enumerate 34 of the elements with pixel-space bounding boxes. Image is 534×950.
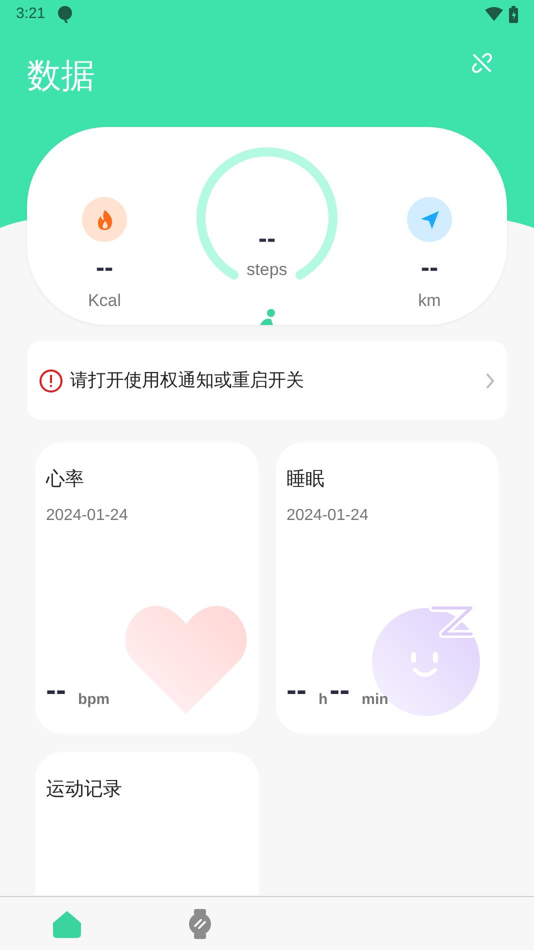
notice-text: 请打开使用权通知或重启开关 (70, 369, 305, 392)
status-time: 3:21 (16, 4, 46, 24)
warning-icon (39, 368, 63, 392)
steps-unit: steps (246, 259, 288, 281)
data-card[interactable]: 心率 2024-01-24 -- bpm (35, 442, 258, 734)
reading-value: -- (330, 676, 350, 706)
wifi-icon (485, 7, 503, 21)
distance-unit: km (418, 290, 441, 312)
card-date: 2024-01-24 (46, 506, 129, 526)
reading-unit: min (362, 692, 388, 707)
battery-icon (509, 6, 518, 22)
heart-icon (122, 606, 248, 716)
calories-value: -- (96, 254, 114, 280)
chevron-right-icon (485, 372, 495, 390)
card-date: 2024-01-24 (286, 506, 370, 526)
distance-value: -- (420, 254, 438, 280)
flame-icon (82, 197, 127, 242)
reading-value: -- (46, 676, 66, 706)
steps-value: -- (258, 225, 276, 251)
card-title: 睡眠 (286, 468, 326, 492)
notice-bar[interactable]: 请打开使用权通知或重启开关 (27, 341, 507, 420)
card-title: 心率 (46, 468, 85, 492)
page-title: 数据 (27, 59, 95, 93)
reading-value: -- (286, 676, 306, 706)
watch-icon[interactable] (188, 908, 212, 938)
notification-icon (57, 5, 74, 23)
card-title: 运动记录 (46, 778, 123, 802)
reading-unit: h (318, 692, 328, 707)
data-card[interactable]: 运动记录 (35, 752, 258, 895)
reading-unit: bpm (78, 692, 110, 707)
walking-person-icon (258, 308, 278, 325)
home-icon[interactable] (52, 908, 82, 938)
unlink-icon[interactable] (471, 52, 493, 74)
calories-unit: Kcal (88, 290, 122, 312)
